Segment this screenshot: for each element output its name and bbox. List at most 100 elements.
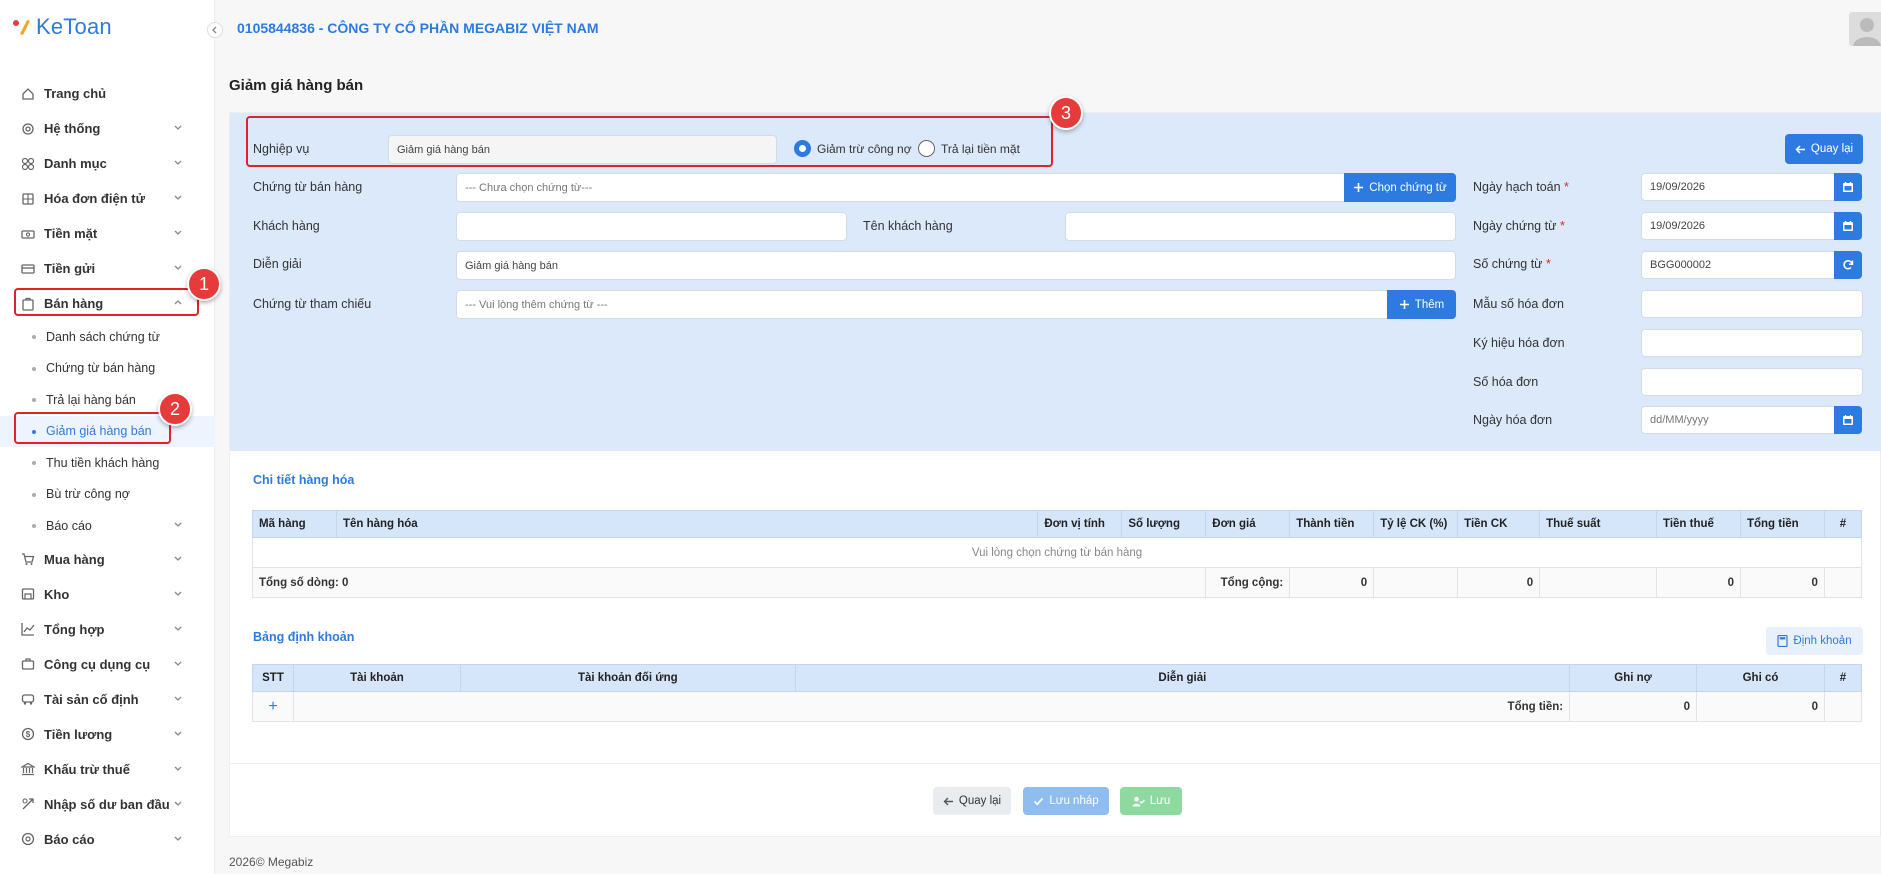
- total-tax-rate: [1539, 567, 1658, 598]
- entries-header-row: STT Tài khoản Tài khoản đối ứng Diễn giả…: [252, 664, 1863, 692]
- description-field[interactable]: Giảm giá hàng bán: [456, 251, 1456, 280]
- posting-date-calendar-button[interactable]: [1834, 173, 1862, 201]
- required-mark: *: [1546, 257, 1551, 271]
- total-amount: 0: [1289, 567, 1375, 598]
- tax-icon: [20, 761, 36, 777]
- sidebar-item-tax[interactable]: Khấu trừ thuế: [0, 752, 215, 787]
- save-button[interactable]: Lưu: [1120, 787, 1182, 815]
- posting-date-field[interactable]: 19/09/2026: [1641, 173, 1835, 201]
- sidebar-collapse-button[interactable]: [207, 22, 223, 38]
- chevron-down-icon: [174, 731, 182, 736]
- sidebar-item-label: Tiền mặt: [44, 226, 98, 241]
- invoice-icon: [20, 191, 36, 207]
- button-label: Lưu: [1149, 795, 1171, 807]
- sidebar-item-reports[interactable]: Báo cáo: [0, 822, 215, 857]
- sidebar-item-label: Tiền gửi: [44, 261, 96, 276]
- sales-voucher-label: Chứng từ bán hàng: [253, 180, 363, 194]
- sidebar-item-salary[interactable]: $ Tiền lương: [0, 717, 215, 752]
- sidebar-item-tools[interactable]: Công cụ dụng cụ: [0, 647, 215, 682]
- voucher-number-field[interactable]: BGG000002: [1641, 251, 1835, 279]
- user-icon: [1853, 18, 1881, 46]
- sidebar-item-purchase[interactable]: Mua hàng: [0, 542, 215, 577]
- label-text: Ngày hạch toán: [1473, 180, 1561, 194]
- chevron-down-icon: [174, 556, 182, 561]
- sidebar-item-opening-balance[interactable]: Nhập số dư ban đầu: [0, 787, 215, 822]
- label-text: Ngày chứng từ: [1473, 219, 1557, 233]
- sidebar-item-system[interactable]: Hệ thống: [0, 111, 215, 146]
- invoice-date-field[interactable]: dd/MM/yyyy: [1641, 406, 1835, 434]
- sidebar-subitem-debt-offset[interactable]: Bù trừ công nợ: [0, 479, 215, 511]
- total-discount: 0: [1457, 567, 1541, 598]
- logo-mark-icon: [13, 20, 30, 35]
- chevron-down-icon: [174, 591, 182, 596]
- top-bar: 0105844836 - CÔNG TY CỔ PHẦN MEGABIZ VIỆ…: [216, 0, 1881, 58]
- sidebar-item-fixed-assets[interactable]: Tài sản cố định: [0, 682, 215, 717]
- sidebar-item-label: Trang chủ: [44, 86, 107, 101]
- home-icon: [20, 86, 36, 102]
- col-item-code: Mã hàng: [252, 510, 337, 538]
- sidebar-item-label: Tiền lương: [44, 726, 113, 742]
- sidebar-subitem-customer-receipt[interactable]: Thu tiền khách hàng: [0, 447, 215, 479]
- button-label: Thêm: [1414, 298, 1445, 311]
- invoice-number-field[interactable]: [1641, 368, 1863, 396]
- bullet-icon: [32, 492, 36, 497]
- total-label: Tổng cộng:: [1205, 567, 1291, 598]
- add-reference-button[interactable]: Thêm: [1387, 290, 1456, 319]
- total-credit: 0: [1696, 691, 1825, 722]
- chevron-down-icon: [174, 522, 182, 527]
- goods-total-row: Tổng số dòng: 0 Tổng cộng: 0 0 0 0: [251, 567, 1863, 598]
- sidebar-item-warehouse[interactable]: Kho: [0, 577, 215, 612]
- required-mark: *: [1559, 219, 1565, 233]
- back-button-top[interactable]: Quay lại: [1785, 134, 1863, 164]
- step-badge-3: 3: [1049, 96, 1083, 130]
- footer-copyright: 2026© Megabiz: [229, 855, 314, 869]
- col-index: STT: [252, 664, 294, 692]
- reference-field[interactable]: --- Vui lòng thêm chứng từ ---: [456, 290, 1389, 319]
- total-discount-rate: [1373, 567, 1459, 598]
- back-button-bottom[interactable]: Quay lại: [933, 787, 1011, 815]
- sidebar-item-einvoice[interactable]: Hóa đơn điện tử: [0, 181, 215, 216]
- logo[interactable]: KeToan: [12, 14, 112, 40]
- subitem-label: Chứng từ bán hàng: [46, 361, 156, 376]
- sidebar-item-catalog[interactable]: Danh mục: [0, 146, 215, 181]
- total-debit: 0: [1569, 691, 1698, 722]
- col-tax-rate: Thuế suất: [1539, 510, 1658, 538]
- required-mark: *: [1564, 180, 1569, 194]
- voucher-number-refresh-button[interactable]: [1834, 251, 1862, 279]
- sidebar-item-label: Báo cáo: [44, 831, 95, 847]
- customer-field[interactable]: [456, 212, 847, 241]
- company-name: 0105844836 - CÔNG TY CỔ PHẦN MEGABIZ VIỆ…: [237, 20, 599, 36]
- sidebar-subitem-sales-report[interactable]: Báo cáo: [0, 510, 215, 542]
- sidebar-subitem-voucher-list[interactable]: Danh sách chứng từ: [0, 321, 215, 353]
- reference-label: Chứng từ tham chiếu: [253, 297, 372, 311]
- sidebar-subitem-sales-voucher[interactable]: Chứng từ bán hàng: [0, 353, 215, 385]
- entries-table: STT Tài khoản Tài khoản đối ứng Diễn giả…: [252, 664, 1863, 722]
- sidebar-item-label: Mua hàng: [44, 551, 105, 567]
- customer-name-field[interactable]: [1065, 212, 1456, 241]
- invoice-template-label: Mẫu số hóa đơn: [1473, 297, 1564, 311]
- gear-icon: [20, 121, 36, 137]
- define-entry-button[interactable]: Định khoản: [1766, 627, 1863, 655]
- add-entry-button[interactable]: +: [252, 691, 294, 722]
- select-voucher-button[interactable]: Chọn chứng từ: [1344, 173, 1456, 202]
- voucher-date-field[interactable]: 19/09/2026: [1641, 212, 1835, 240]
- sidebar-item-cash[interactable]: Tiền mặt: [0, 216, 215, 251]
- page-title: Giảm giá hàng bán: [229, 77, 364, 94]
- description-label: Diễn giải: [253, 257, 302, 271]
- main-card: Nghiệp vụ Giảm giá hàng bán Giảm trừ côn…: [229, 112, 1881, 837]
- invoice-date-calendar-button[interactable]: [1834, 406, 1862, 434]
- sales-voucher-field[interactable]: --- Chưa chọn chứng từ---: [456, 173, 1346, 202]
- avatar[interactable]: [1849, 12, 1881, 46]
- entries-section-title: Bảng định khoản: [253, 630, 355, 644]
- sidebar-item-home[interactable]: Trang chủ: [0, 76, 215, 111]
- col-contra-account: Tài khoản đối ứng: [459, 664, 796, 692]
- invoice-symbol-field[interactable]: [1641, 329, 1863, 357]
- voucher-date-calendar-button[interactable]: [1834, 212, 1862, 240]
- invoice-template-field[interactable]: [1641, 290, 1863, 318]
- subitem-label: Trả lại hàng bán: [46, 392, 136, 407]
- callout-sales-menu: [14, 288, 199, 316]
- sidebar-item-deposit[interactable]: Tiền gửi: [0, 251, 215, 286]
- asset-icon: [20, 691, 36, 707]
- save-draft-button[interactable]: Lưu nháp: [1023, 787, 1109, 815]
- sidebar-item-summary[interactable]: Tổng hợp: [0, 612, 215, 647]
